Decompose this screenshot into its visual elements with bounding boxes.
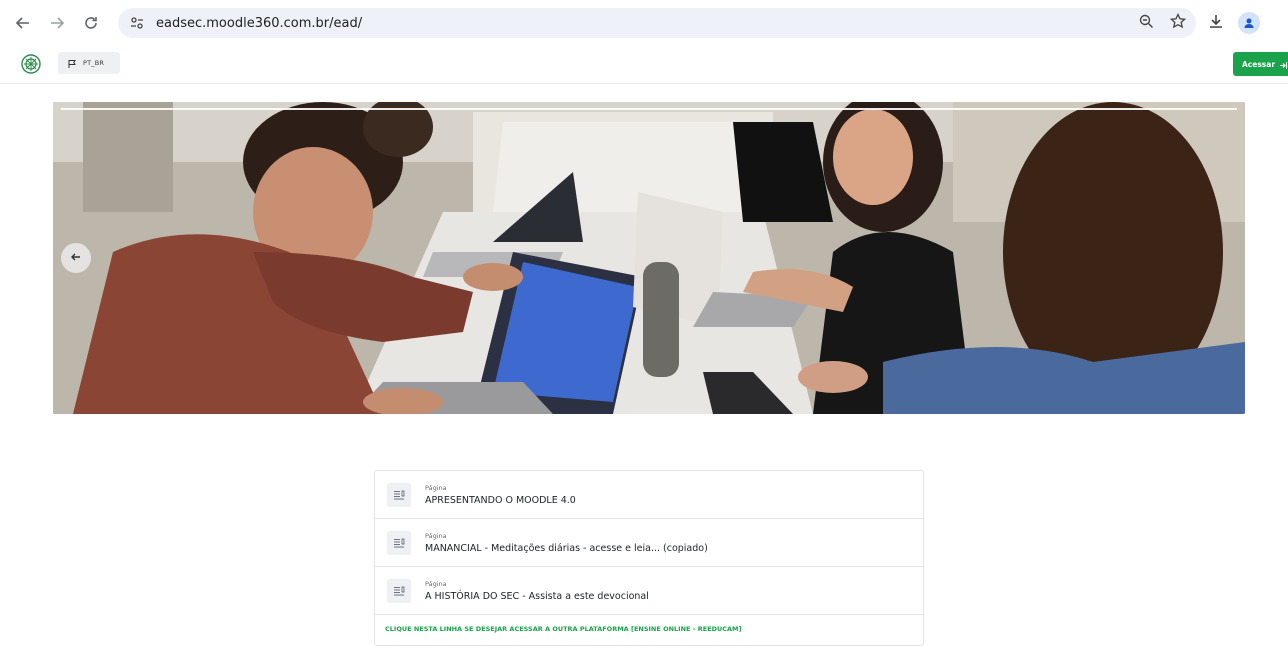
item-kind: Página	[425, 532, 447, 540]
page-icon	[387, 483, 411, 507]
site-header: PT_BR	[0, 46, 1288, 84]
arrow-left-icon	[70, 249, 82, 267]
item-title[interactable]: A HISTÓRIA DO SEC - Assista a este devoc…	[425, 591, 649, 602]
login-icon	[1279, 55, 1288, 74]
forward-arrow-icon[interactable]	[42, 8, 72, 38]
item-title[interactable]: APRESENTANDO O MOODLE 4.0	[425, 495, 576, 506]
reload-icon[interactable]	[76, 8, 106, 38]
list-item[interactable]: Página A HISTÓRIA DO SEC - Assista a est…	[375, 567, 923, 615]
carousel-indicator	[61, 108, 1237, 110]
star-icon[interactable]	[1169, 12, 1187, 33]
download-icon[interactable]	[1208, 13, 1224, 33]
platform-link-row[interactable]: CLIQUE NESTA LINHA SE DESEJAR ACESSAR A …	[375, 615, 923, 645]
url-text[interactable]: eadsec.moodle360.com.br/ead/	[156, 16, 362, 31]
browser-toolbar: eadsec.moodle360.com.br/ead/	[0, 0, 1288, 46]
flag-icon	[67, 54, 77, 73]
login-label: Acessar	[1242, 59, 1276, 69]
zoom-icon[interactable]	[1139, 14, 1154, 33]
item-kind: Página	[425, 484, 447, 492]
back-arrow-icon[interactable]	[8, 8, 38, 38]
list-item[interactable]: Página MANANCIAL - Meditações diárias - …	[375, 519, 923, 567]
site-settings-icon[interactable]	[128, 14, 146, 32]
page-icon	[387, 579, 411, 603]
hero-carousel[interactable]	[53, 102, 1245, 414]
language-selector-button[interactable]: PT_BR	[58, 52, 120, 74]
login-button[interactable]: Acessar	[1233, 52, 1288, 76]
carousel-prev-button[interactable]	[61, 243, 91, 273]
page-icon	[387, 531, 411, 555]
site-logo-icon[interactable]	[20, 53, 42, 75]
item-title[interactable]: MANANCIAL - Meditações diárias - acesse …	[425, 543, 708, 554]
language-label: PT_BR	[83, 59, 105, 67]
address-bar[interactable]: eadsec.moodle360.com.br/ead/	[118, 8, 1196, 38]
list-item[interactable]: Página APRESENTANDO O MOODLE 4.0	[375, 471, 923, 519]
item-kind: Página	[425, 580, 447, 588]
course-list: Página APRESENTANDO O MOODLE 4.0 Página …	[374, 470, 924, 646]
profile-icon[interactable]	[1238, 12, 1260, 34]
hero-image	[53, 102, 1245, 414]
other-platform-link[interactable]: CLIQUE NESTA LINHA SE DESEJAR ACESSAR A …	[385, 625, 742, 633]
